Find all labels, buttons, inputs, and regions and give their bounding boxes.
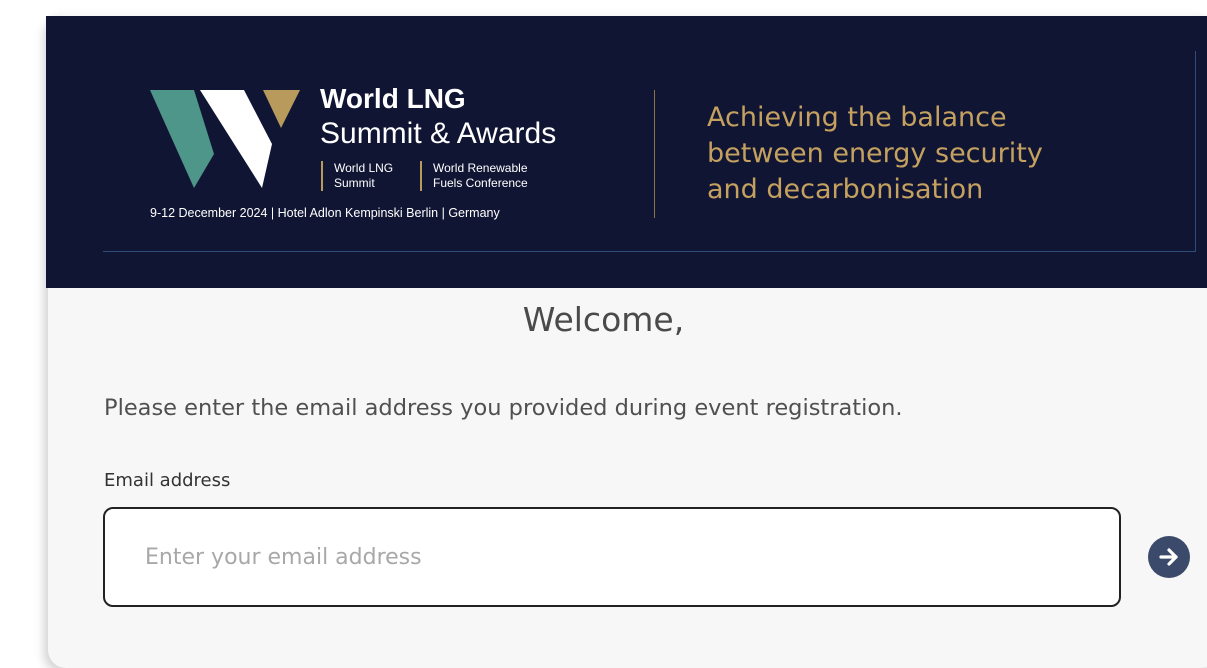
sub-brand-renewable-fuels: World Renewable Fuels Conference [420, 161, 528, 191]
email-field-label: Email address [104, 470, 231, 491]
email-field-container [103, 507, 1121, 607]
brand-title: World LNG [320, 83, 466, 114]
instruction-text: Please enter the email address you provi… [104, 395, 903, 421]
tagline-line: and decarbonisation [707, 174, 984, 205]
event-tagline: Achieving the balance between energy sec… [707, 100, 1147, 208]
tagline-line: Achieving the balance [707, 102, 1007, 133]
sub-brand-line: World LNG [334, 161, 394, 175]
event-date-location: 9-12 December 2024 | Hotel Adlon Kempins… [150, 206, 500, 220]
world-lng-logo-icon [150, 90, 300, 188]
arrow-right-icon [1159, 548, 1178, 566]
submit-arrow-button[interactable] [1148, 536, 1190, 578]
sub-brand-line: Summit [334, 176, 375, 190]
sub-brand-line: World Renewable [433, 161, 528, 175]
sub-brand-lng-summit: World LNG Summit [321, 161, 393, 191]
brand-subtitle: Summit & Awards [320, 117, 557, 150]
welcome-heading: Welcome, [522, 300, 685, 339]
tagline-line: between energy security [707, 138, 1043, 169]
email-input[interactable] [105, 509, 1119, 605]
sub-brand-line: Fuels Conference [433, 176, 528, 190]
banner-divider [654, 90, 655, 218]
